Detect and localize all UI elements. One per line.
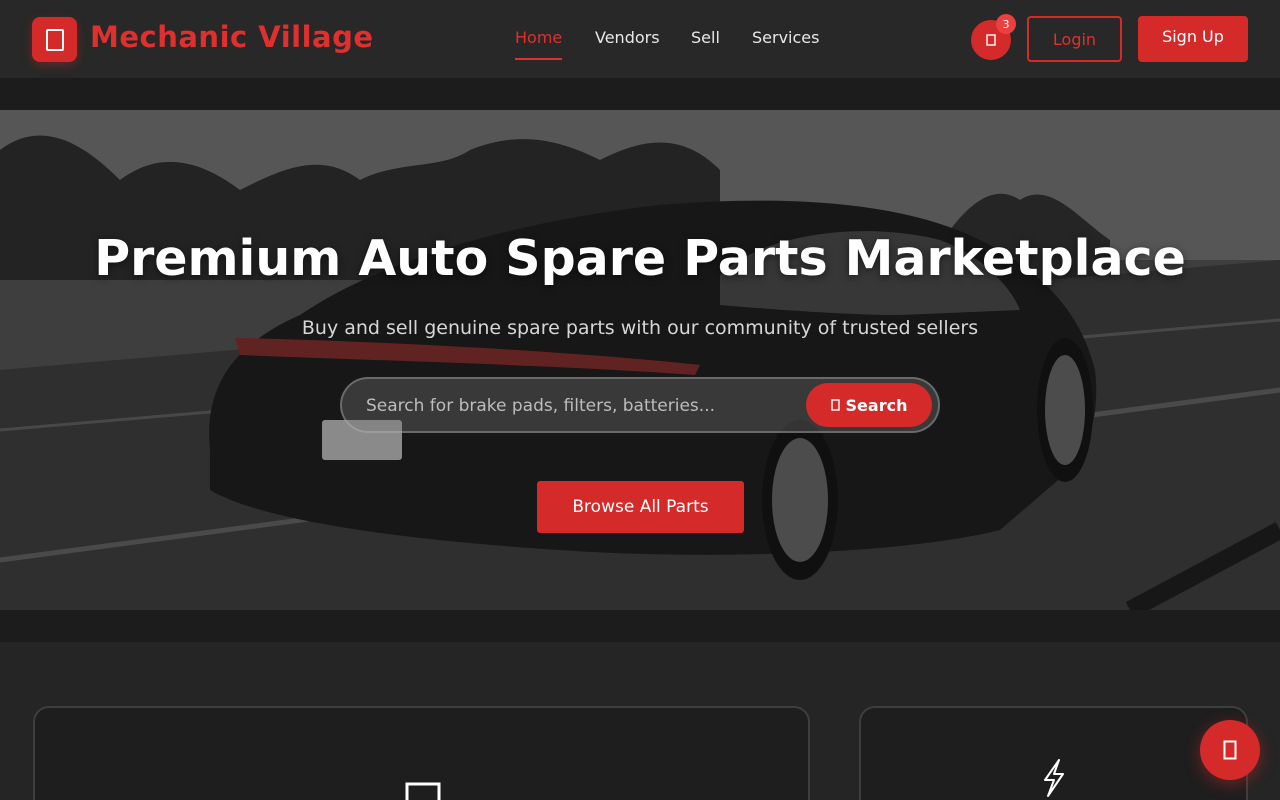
feature-card[interactable]: [859, 706, 1248, 800]
search-button-label: Search: [845, 395, 908, 415]
search-bar: Search: [340, 377, 940, 433]
chat-fab-button[interactable]: [1200, 720, 1260, 780]
hero-section: Premium Auto Spare Parts Marketplace Buy…: [0, 110, 1280, 610]
nav-vendors[interactable]: Vendors: [595, 28, 660, 47]
hero-subtitle: Buy and sell genuine spare parts with ou…: [301, 317, 979, 339]
nav-services[interactable]: Services: [752, 28, 819, 47]
login-button[interactable]: Login: [1027, 16, 1122, 62]
feature-card[interactable]: [33, 706, 810, 800]
hero-overlay: [0, 110, 1280, 610]
site-header: Mechanic Village Home Vendors Sell Servi…: [0, 0, 1280, 78]
nav-sell[interactable]: Sell: [691, 28, 720, 47]
lightning-icon: [1044, 759, 1064, 797]
hero-title: Premium Auto Spare Parts Marketplace: [94, 230, 1186, 287]
cart-icon: [986, 34, 996, 46]
search-button[interactable]: Search: [806, 383, 932, 427]
nav-home[interactable]: Home: [515, 28, 563, 60]
signup-button[interactable]: Sign Up: [1138, 16, 1248, 62]
cart-count-badge: 3: [996, 14, 1016, 34]
search-input[interactable]: [366, 392, 796, 420]
square-icon: [405, 782, 441, 800]
search-icon: [830, 399, 840, 411]
chat-icon: [1223, 740, 1237, 760]
browse-all-parts-button[interactable]: Browse All Parts: [537, 481, 744, 533]
